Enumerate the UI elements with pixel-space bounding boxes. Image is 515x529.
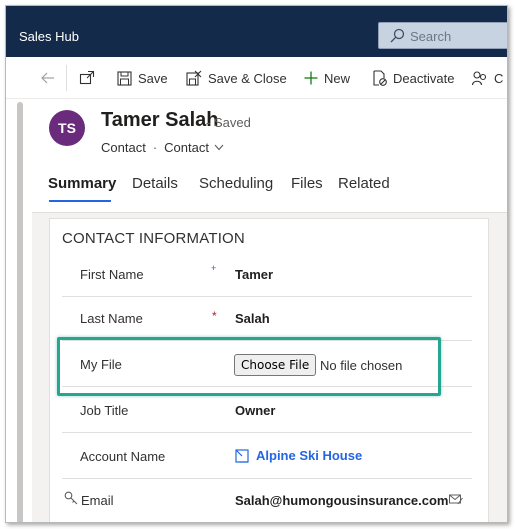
field-label: Job Title xyxy=(80,403,129,418)
last-name-input[interactable]: Salah xyxy=(235,311,270,326)
field-email: Email Salah@humongousinsurance.com xyxy=(62,479,472,522)
tab-scheduling[interactable]: Scheduling xyxy=(199,175,273,192)
deactivate-button[interactable]: Deactivate xyxy=(372,57,454,99)
save-close-icon xyxy=(186,70,202,86)
contact-information-section: CONTACT INFORMATION First Name + Tamer L… xyxy=(49,218,489,522)
avatar: TS xyxy=(49,110,85,146)
open-new-window-button[interactable] xyxy=(79,57,95,99)
header-divider xyxy=(32,212,507,213)
field-label: Email xyxy=(81,493,114,508)
email-compose-icon[interactable] xyxy=(449,493,463,505)
key-icon xyxy=(64,491,78,505)
field-account-name: Account Name Alpine Ski House xyxy=(62,435,472,479)
truncated-command-label: C xyxy=(494,70,504,86)
save-close-label: Save & Close xyxy=(208,70,287,86)
record-subtitle: Contact · Contact xyxy=(101,140,224,155)
plus-icon xyxy=(304,71,318,85)
new-button[interactable]: New xyxy=(304,57,350,99)
top-bar: Sales Hub Search xyxy=(6,6,507,57)
required-indicator: * xyxy=(212,309,217,323)
connection-button[interactable]: C xyxy=(472,57,503,99)
email-input[interactable]: Salah@humongousinsurance.com xyxy=(235,493,449,508)
field-first-name: First Name + Tamer xyxy=(62,253,472,297)
field-label: Last Name xyxy=(80,311,143,326)
search-input[interactable]: Search xyxy=(378,22,507,49)
record-header: TS Tamer Salah - Saved Contact · Contact… xyxy=(32,99,507,213)
tab-summary[interactable]: Summary xyxy=(48,175,116,192)
account-lookup-link[interactable]: Alpine Ski House xyxy=(235,448,362,463)
first-name-input[interactable]: Tamer xyxy=(235,267,273,282)
field-last-name: Last Name * Salah xyxy=(62,297,472,341)
separator-dot: · xyxy=(152,140,158,155)
account-icon xyxy=(235,448,249,463)
field-job-title: Job Title Owner xyxy=(62,389,472,433)
save-label: Save xyxy=(138,70,168,86)
record-title: Tamer Salah xyxy=(101,109,219,131)
search-icon xyxy=(390,28,405,43)
scrollbar-thumb[interactable] xyxy=(17,102,23,522)
app-title[interactable]: Sales Hub xyxy=(19,29,79,44)
save-button[interactable]: Save xyxy=(117,57,168,99)
entity-name: Contact xyxy=(101,140,146,155)
file-status-text: No file chosen xyxy=(320,358,403,373)
tab-related[interactable]: Related xyxy=(338,175,390,192)
connection-icon xyxy=(472,71,487,86)
chevron-down-icon[interactable] xyxy=(214,144,224,151)
save-icon xyxy=(117,70,132,86)
choose-file-button[interactable]: Choose File xyxy=(234,354,317,376)
recommended-indicator: + xyxy=(211,263,217,273)
toolbar-divider xyxy=(66,65,67,91)
deactivate-label: Deactivate xyxy=(393,70,455,86)
form-selector-label[interactable]: Contact xyxy=(164,140,209,155)
scroll-rail xyxy=(6,99,32,522)
save-status: - Saved xyxy=(206,115,251,130)
new-label: New xyxy=(324,70,351,86)
active-tab-indicator xyxy=(49,200,111,202)
tab-files[interactable]: Files xyxy=(291,175,323,192)
back-arrow-icon xyxy=(41,72,54,84)
command-bar: Save Save & Close New Deactivate C xyxy=(6,57,507,99)
save-close-button[interactable]: Save & Close xyxy=(186,57,287,99)
section-title: CONTACT INFORMATION xyxy=(62,230,245,247)
popout-icon xyxy=(79,70,95,85)
search-placeholder: Search xyxy=(410,29,452,44)
field-label: Account Name xyxy=(80,449,166,464)
app-window: Sales Hub Search Save Save & Close New D… xyxy=(5,5,508,523)
tab-details[interactable]: Details xyxy=(132,175,178,192)
back-button[interactable] xyxy=(40,57,56,99)
field-label: My File xyxy=(80,357,122,372)
deactivate-icon xyxy=(373,70,387,86)
job-title-input[interactable]: Owner xyxy=(235,403,275,418)
field-label: First Name xyxy=(80,267,144,282)
field-my-file: My File Choose File No file chosen xyxy=(62,343,472,387)
account-name-value: Alpine Ski House xyxy=(256,448,363,463)
